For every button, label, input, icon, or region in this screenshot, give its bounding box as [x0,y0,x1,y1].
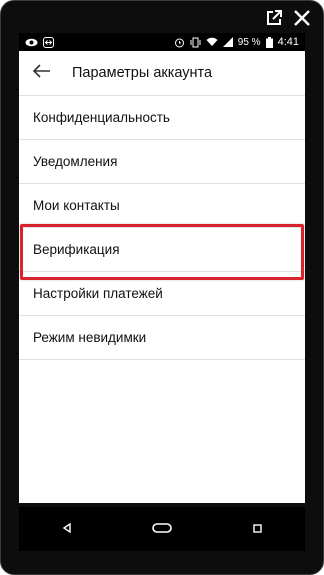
page-title: Параметры аккаунта [72,65,213,81]
recents-square-icon [253,520,262,538]
menu-item-verification[interactable]: Верификация [19,228,305,272]
frame-toolbar [265,9,311,27]
menu-item-label: Конфиденциальность [33,110,170,125]
vibrate-icon [190,37,201,48]
menu-item-payments[interactable]: Настройки платежей [19,272,305,316]
signal-icon [222,37,233,47]
menu-item-label: Уведомления [33,154,118,169]
home-pill-icon [152,520,172,538]
menu-item-invisible-mode[interactable]: Режим невидимки [19,316,305,360]
battery-icon [265,36,273,48]
menu-item-label: Верификация [33,242,120,257]
open-external-icon[interactable] [265,9,283,27]
menu-item-label: Настройки платежей [33,286,163,301]
status-bar: 95 % 4:41 [19,33,305,51]
app-bar: Параметры аккаунта [19,51,305,96]
phone-screen: 95 % 4:41 Параметры аккаунта Конфиденциа… [19,33,305,503]
teamviewer-icon [43,36,54,48]
eye-icon [25,38,38,47]
nav-recents-button[interactable] [237,514,277,544]
settings-list: Конфиденциальность Уведомления Мои конта… [19,96,305,360]
clock-time: 4:41 [277,36,299,48]
battery-percent: 95 % [237,36,261,48]
back-button[interactable] [20,51,64,95]
nav-home-button[interactable] [142,514,182,544]
close-icon[interactable] [293,9,311,27]
nav-back-button[interactable] [47,514,87,544]
alarm-icon [174,37,185,48]
wifi-icon [206,37,218,47]
menu-item-label: Режим невидимки [33,330,147,345]
back-triangle-icon [62,520,72,538]
navigation-bar [19,507,305,551]
arrow-left-icon [32,63,51,83]
menu-item-notifications[interactable]: Уведомления [19,140,305,184]
menu-item-label: Мои контакты [33,198,120,213]
menu-item-privacy[interactable]: Конфиденциальность [19,96,305,140]
menu-item-contacts[interactable]: Мои контакты [19,184,305,228]
